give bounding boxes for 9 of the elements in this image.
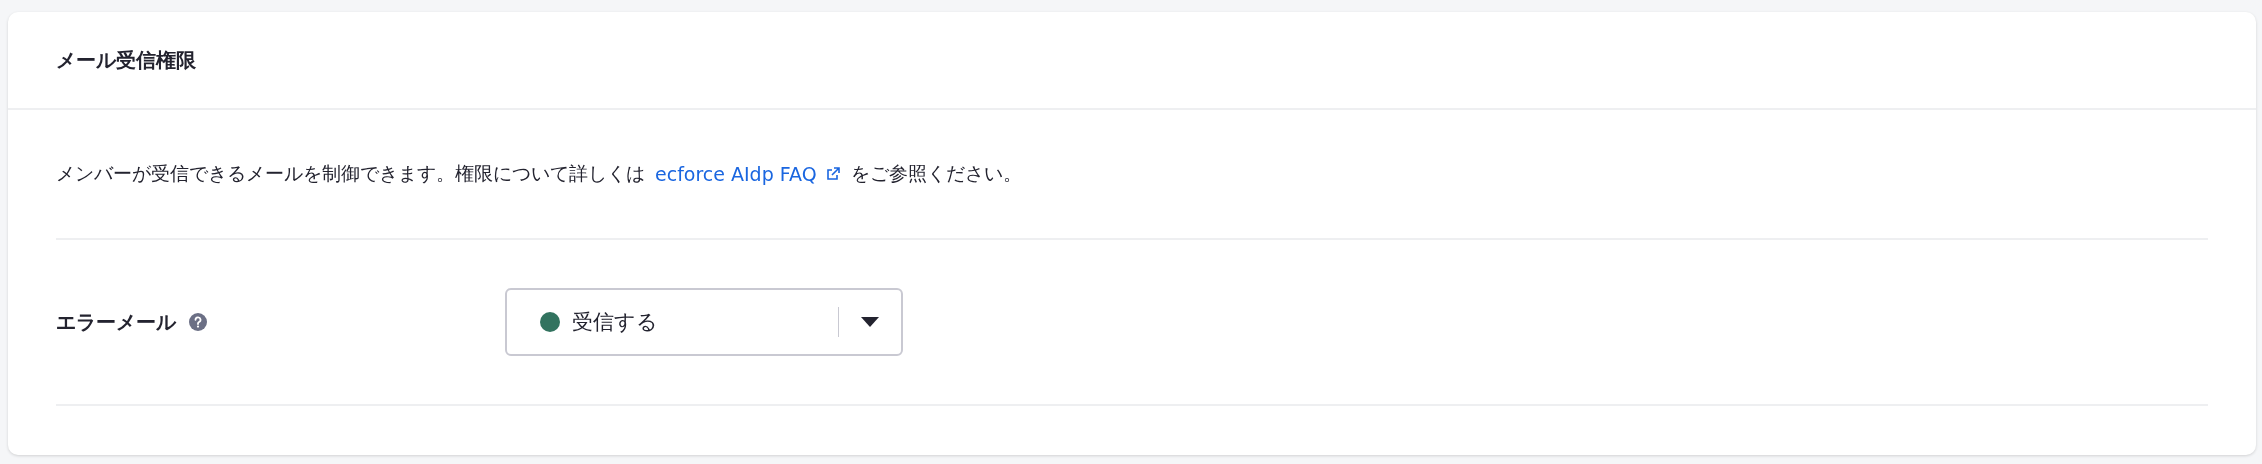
setting-label: エラーメール — [56, 308, 176, 336]
description-text: メンバーが受信できるメールを制御できます。権限について詳しくは ecforce AIdp FAQ をご参照ください。 — [56, 110, 2208, 240]
status-select[interactable]: 受信する — [505, 288, 903, 356]
help-icon[interactable] — [188, 312, 208, 332]
select-value: 受信する — [572, 309, 659, 336]
external-link-icon — [824, 166, 841, 182]
faq-link[interactable]: ecforce AIdp FAQ — [655, 163, 841, 185]
section-title: メール受信権限 — [56, 46, 196, 74]
caret-icon — [861, 317, 879, 327]
